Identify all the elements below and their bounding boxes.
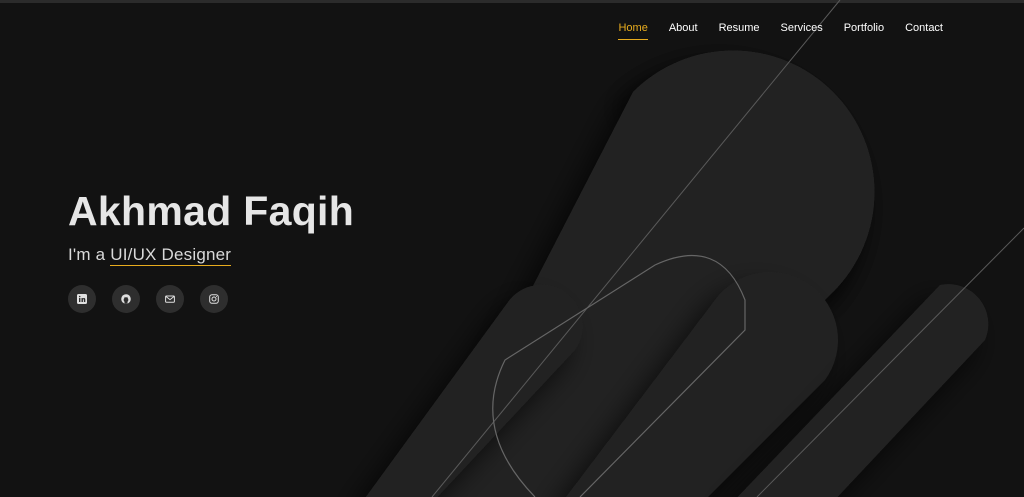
nav-home[interactable]: Home	[618, 22, 649, 40]
hero-intro: Akhmad Faqih I'm a UI/UX Designer	[68, 188, 355, 266]
main-nav: Home About Resume Services Portfolio Con…	[618, 22, 943, 40]
instagram-button[interactable]	[200, 285, 228, 313]
mail-icon	[165, 295, 175, 303]
linkedin-button[interactable]	[68, 285, 96, 313]
instagram-icon	[209, 294, 219, 304]
tagline-prefix: I'm a	[68, 245, 106, 264]
nav-contact[interactable]: Contact	[905, 22, 943, 40]
nav-portfolio[interactable]: Portfolio	[844, 22, 884, 40]
nav-services[interactable]: Services	[781, 22, 823, 40]
github-button[interactable]	[112, 285, 140, 313]
social-links	[68, 285, 228, 313]
tagline-role: UI/UX Designer	[110, 245, 232, 266]
hero-section: Home About Resume Services Portfolio Con…	[0, 0, 1024, 497]
hero-name: Akhmad Faqih	[68, 188, 355, 234]
mail-button[interactable]	[156, 285, 184, 313]
linkedin-icon	[77, 294, 87, 304]
github-icon	[121, 294, 131, 304]
nav-about[interactable]: About	[669, 22, 698, 40]
nav-resume[interactable]: Resume	[719, 22, 760, 40]
hero-tagline: I'm a UI/UX Designer	[68, 245, 354, 266]
